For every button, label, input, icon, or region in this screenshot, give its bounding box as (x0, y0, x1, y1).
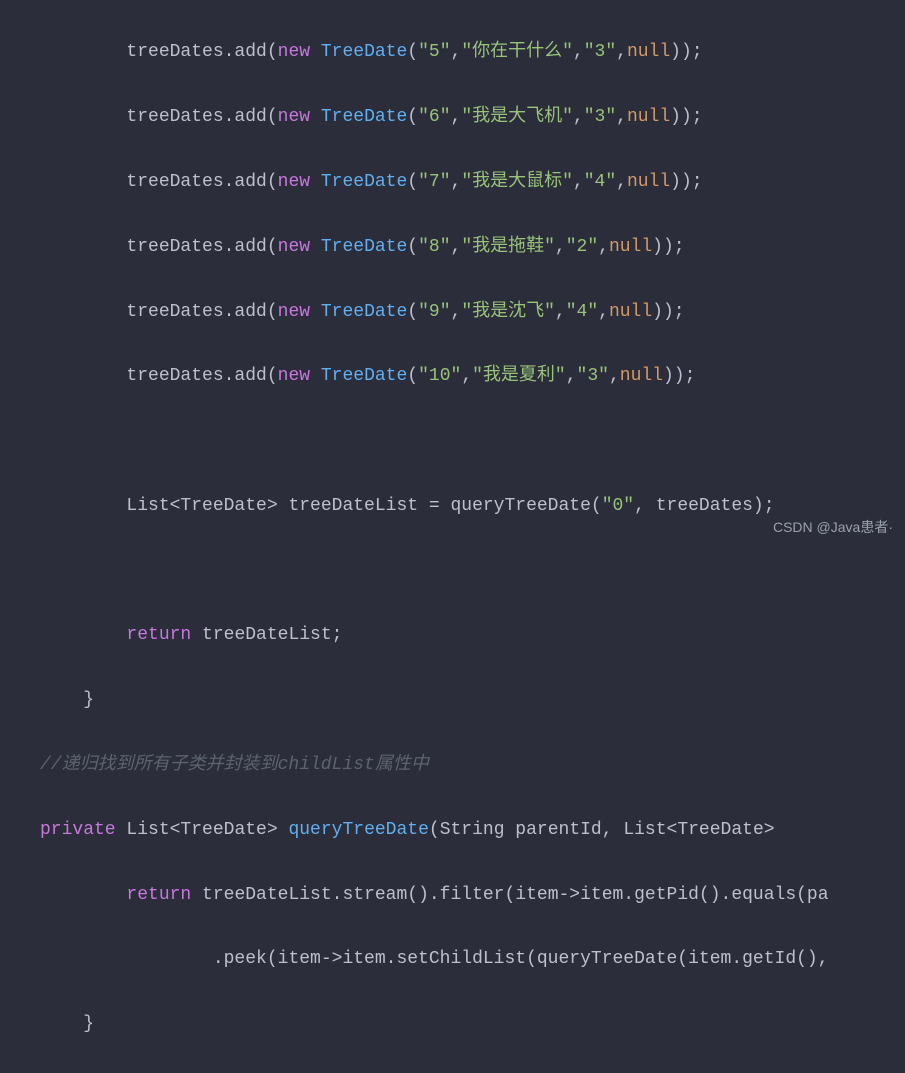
method-signature: private List<TreeDate> queryTreeDate(Str… (40, 814, 905, 846)
close-brace: } (40, 684, 905, 716)
code-line: return treeDateList.stream().filter(item… (40, 879, 905, 911)
code-block: treeDates.add(new TreeDate("5","你在干什么","… (0, 4, 905, 1073)
blank-line (40, 555, 905, 587)
blank-line (40, 425, 905, 457)
code-line: treeDates.add(new TreeDate("5","你在干什么","… (40, 36, 905, 68)
close-brace: } (40, 1008, 905, 1040)
code-line: treeDates.add(new TreeDate("8","我是拖鞋","2… (40, 231, 905, 263)
code-line: treeDates.add(new TreeDate("7","我是大鼠标","… (40, 166, 905, 198)
code-line: treeDates.add(new TreeDate("10","我是夏利","… (40, 360, 905, 392)
code-line: .peek(item->item.setChildList(queryTreeD… (40, 943, 905, 975)
code-line: treeDates.add(new TreeDate("9","我是沈飞","4… (40, 296, 905, 328)
code-line: return treeDateList; (40, 619, 905, 651)
watermark: CSDN @Java患者· (773, 515, 893, 540)
code-line: treeDates.add(new TreeDate("6","我是大飞机","… (40, 101, 905, 133)
comment-line: //递归找到所有子类并封装到childList属性中 (40, 749, 905, 781)
